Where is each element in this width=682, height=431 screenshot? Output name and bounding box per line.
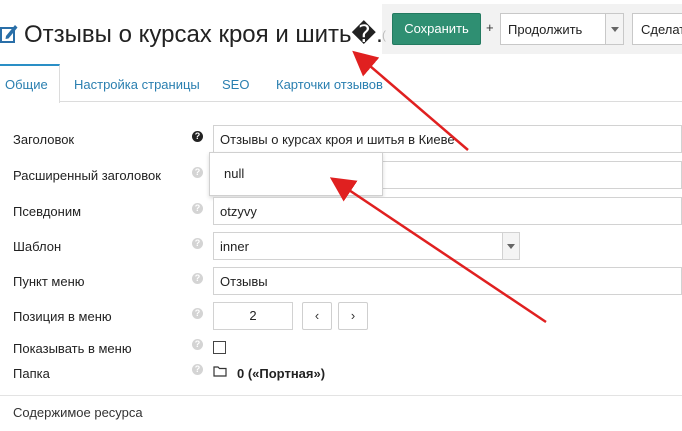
menuindex-next-button[interactable]: › — [338, 302, 368, 330]
plus-label: + — [486, 20, 494, 35]
title-label: Заголовок — [13, 132, 75, 147]
continue-select[interactable]: Продолжить — [500, 13, 624, 45]
content-label: Содержимое ресурса — [13, 405, 143, 420]
chevron-down-icon[interactable] — [605, 14, 623, 44]
help-icon[interactable]: ? — [192, 339, 203, 350]
menutitle-label: Пункт меню — [13, 274, 85, 289]
help-icon[interactable]: ? — [192, 131, 203, 142]
parent-value[interactable]: 0 («Портная») — [237, 366, 325, 381]
help-icon[interactable]: ? — [192, 167, 203, 178]
folder-icon — [213, 366, 227, 377]
title-input[interactable]: Отзывы о курсах кроя и шитья в Киеве — [213, 125, 682, 153]
help-icon[interactable]: ? — [192, 203, 203, 214]
action-select-value: Сделат — [641, 22, 682, 37]
section-divider — [0, 395, 682, 396]
template-select[interactable]: inner — [213, 232, 520, 260]
autocomplete-item[interactable]: null — [224, 166, 244, 181]
autocomplete-dropdown: null — [209, 152, 383, 196]
show-in-menu-checkbox[interactable] — [213, 341, 226, 354]
template-select-value: inner — [220, 239, 249, 254]
alias-input[interactable]: otzyvy — [213, 197, 682, 225]
chevron-down-icon[interactable] — [502, 233, 519, 259]
longtitle-label: Расширенный заголовок — [13, 168, 161, 183]
tab-page-settings[interactable]: Настройка страницы — [74, 64, 200, 102]
help-icon[interactable]: ? — [192, 238, 203, 249]
title-suffix: ( — [382, 28, 386, 42]
tab-bar: Общие Настройка страницы SEO Карточки от… — [0, 64, 682, 103]
menuindex-input[interactable]: 2 — [213, 302, 293, 330]
tab-review-cards[interactable]: Карточки отзывов — [276, 64, 383, 102]
alias-input-value: otzyvy — [220, 204, 257, 219]
title-input-value: Отзывы о курсах кроя и шитья в Киеве — [220, 132, 455, 147]
page-title: Отзывы о курсах кроя и шить�... — [24, 21, 397, 48]
action-select[interactable]: Сделат — [632, 13, 682, 45]
save-button[interactable]: Сохранить — [392, 13, 481, 45]
page-header: Отзывы о курсах кроя и шить�... ( Сохран… — [0, 0, 682, 64]
tab-seo[interactable]: SEO — [222, 64, 249, 102]
alias-label: Псевдоним — [13, 204, 82, 219]
help-icon[interactable]: ? — [192, 364, 203, 375]
parent-label: Папка — [13, 366, 50, 381]
hidemenu-label: Показывать в меню — [13, 341, 132, 356]
menuindex-label: Позиция в меню — [13, 309, 112, 324]
menuindex-prev-button[interactable]: ‹ — [302, 302, 332, 330]
edit-pencil-icon — [0, 25, 18, 43]
tab-general[interactable]: Общие — [0, 64, 60, 103]
template-label: Шаблон — [13, 239, 62, 254]
help-icon[interactable]: ? — [192, 308, 203, 319]
menutitle-input-value: Отзывы — [220, 274, 268, 289]
menutitle-input[interactable]: Отзывы — [213, 267, 682, 295]
help-icon[interactable]: ? — [192, 273, 203, 284]
continue-select-value: Продолжить — [508, 22, 583, 37]
